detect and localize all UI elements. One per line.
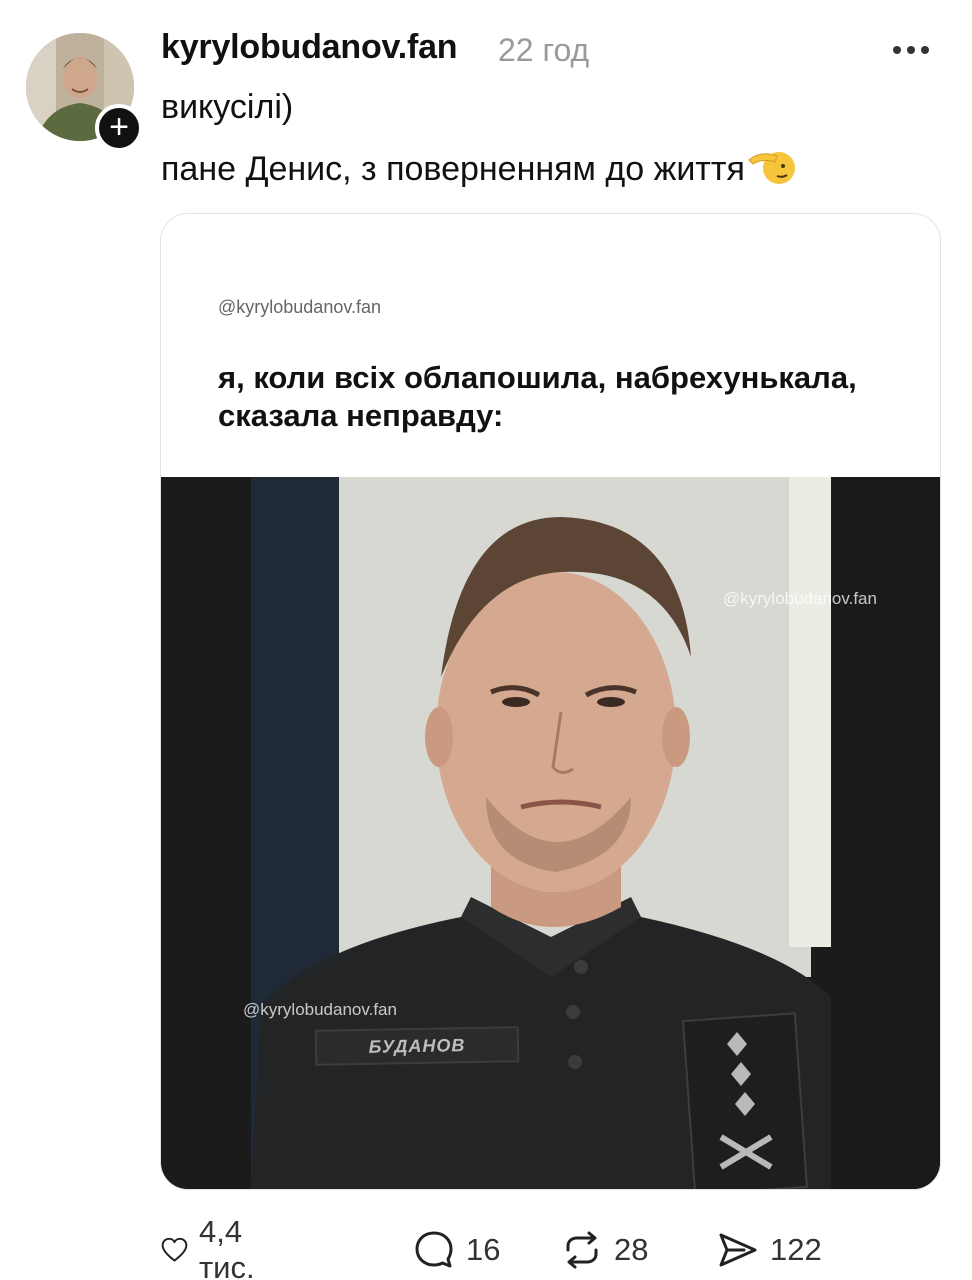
repost-count: 28 bbox=[614, 1232, 649, 1267]
saluting-face-emoji-icon bbox=[748, 152, 795, 184]
post-timestamp: 22 год bbox=[498, 32, 590, 68]
share-button[interactable]: 122 bbox=[716, 1225, 822, 1275]
more-dots-icon bbox=[893, 46, 901, 54]
portrait-image bbox=[161, 477, 940, 1189]
like-button[interactable]: 4,4 тис. bbox=[160, 1214, 270, 1280]
watermark-low: @kyrylobudanov.fan bbox=[243, 1000, 397, 1019]
meme-photo: @kyrylobudanov.fan @kyrylobudanov.fan БУ… bbox=[161, 477, 940, 1189]
meme-caption: я, коли всіх облапошила, набрехунькала, … bbox=[218, 360, 857, 433]
media-card[interactable]: @kyrylobudanov.fan я, коли всіх облапоши… bbox=[160, 213, 941, 1190]
post-text-line-2: пане Денис, з поверненням до життя bbox=[161, 146, 795, 189]
like-count: 4,4 тис. bbox=[198, 1214, 255, 1280]
username[interactable]: kyrylobudanov.fan bbox=[161, 28, 458, 67]
watermark-mid: @kyrylobudanov.fan bbox=[723, 589, 877, 608]
reply-button[interactable]: 16 bbox=[412, 1225, 500, 1275]
repost-arrows-icon bbox=[566, 1231, 598, 1269]
watermark-top: @kyrylobudanov.fan bbox=[218, 297, 382, 317]
post-text-line-1: викусілі) bbox=[161, 88, 294, 126]
plus-icon: + bbox=[109, 107, 129, 146]
follow-button[interactable]: + bbox=[95, 104, 143, 152]
comment-bubble-icon bbox=[415, 1231, 453, 1268]
repost-button[interactable]: 28 bbox=[560, 1225, 648, 1275]
reply-count: 16 bbox=[466, 1232, 501, 1267]
send-icon bbox=[719, 1233, 757, 1267]
thread-post: + kyrylobudanov.fan 22 год викусілі) пан… bbox=[0, 0, 972, 1280]
share-count: 122 bbox=[770, 1232, 822, 1267]
post-text-line-2-text: пане Денис, з поверненням до життя bbox=[161, 150, 745, 188]
more-options-button[interactable] bbox=[893, 38, 933, 62]
heart-icon bbox=[161, 1237, 188, 1262]
name-patch: БУДАНОВ bbox=[314, 1026, 520, 1066]
